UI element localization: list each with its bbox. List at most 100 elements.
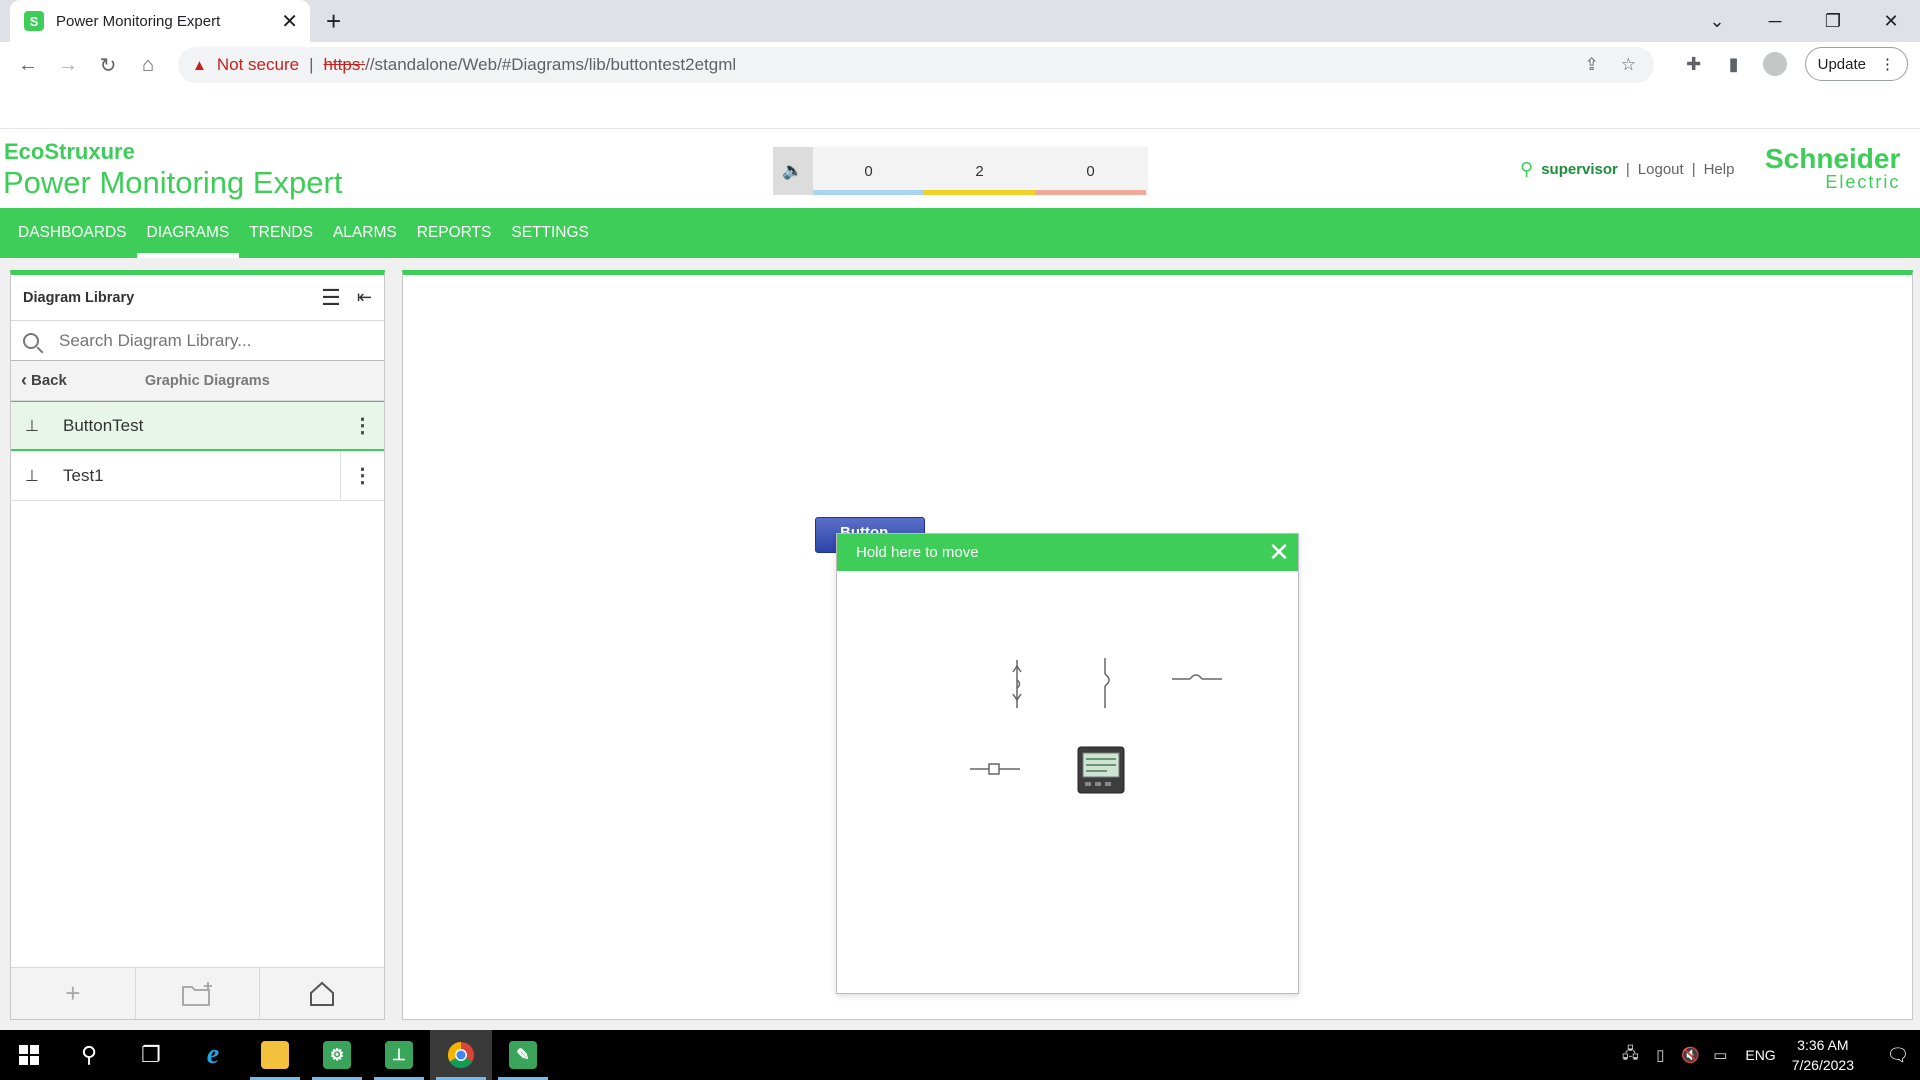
current-folder-label: Graphic Diagrams [144, 372, 270, 389]
home-icon[interactable]: ⌂ [128, 54, 168, 77]
file-explorer-icon[interactable] [244, 1030, 306, 1080]
security-separator: | [309, 55, 314, 74]
chrome-logo-icon [447, 1041, 474, 1069]
alarm-low-stripe [813, 190, 924, 195]
breaker-symbol-icon[interactable] [1172, 669, 1222, 685]
alarm-low-count[interactable]: 0 [813, 147, 924, 195]
display-icon[interactable]: ▭ [1705, 1046, 1735, 1064]
clock-time: 3:36 AM [1797, 1037, 1849, 1053]
address-bar[interactable]: ▲ Not secure | https: //standalone/Web/#… [178, 47, 1654, 83]
back-arrow-icon[interactable]: ← [8, 54, 48, 77]
switch-symbol-icon[interactable] [970, 761, 1020, 777]
bookmark-star-icon[interactable]: ☆ [1621, 55, 1636, 75]
clock[interactable]: 3:36 AM 7/26/2023 [1792, 1035, 1854, 1075]
minimize-icon[interactable]: ─ [1746, 0, 1804, 42]
fuse-symbol-icon[interactable] [1099, 658, 1119, 708]
close-popup-icon[interactable]: ✕ [1264, 537, 1294, 568]
library-item-buttontest[interactable]: ⊥ ButtonTest ⋮ [11, 401, 384, 451]
chrome-icon[interactable] [430, 1030, 492, 1080]
pme-favicon-icon: S [24, 11, 44, 31]
nav-trends[interactable]: TRENDS [239, 208, 323, 258]
network-status-icon[interactable]: 🖧 [1615, 1043, 1645, 1068]
close-window-icon[interactable]: ✕ [1862, 0, 1920, 42]
nav-dashboards[interactable]: DASHBOARDS [8, 208, 137, 258]
user-icon: ⚲ [1520, 159, 1534, 179]
ie-glyph: e [206, 1039, 220, 1070]
clock-date: 7/26/2023 [1791, 1057, 1854, 1073]
user-area: ⚲ supervisor | Logout | Help [1520, 159, 1734, 180]
logo-word-electric: Electric [1825, 172, 1901, 192]
library-header: Diagram Library ☰ ⇤ [11, 275, 384, 321]
power-meter-device-icon[interactable] [1077, 746, 1125, 794]
ecostruxure-logo: EcoStruxure [4, 139, 135, 164]
library-item-test1[interactable]: ⊥ Test1 ⋮ [11, 451, 384, 501]
profile-avatar-icon[interactable] [1762, 52, 1787, 76]
device-icon[interactable]: ▯ [1645, 1046, 1675, 1064]
add-folder-icon[interactable] [136, 968, 261, 1019]
library-item-label: ButtonTest [63, 415, 144, 435]
popup-drag-handle[interactable]: Hold here to move ✕ [837, 534, 1298, 571]
nav-reports[interactable]: REPORTS [407, 208, 502, 258]
windows-logo-icon [19, 1045, 39, 1065]
system-tray: 🖧 ▯ 🔇 ▭ ENG 3:36 AM 7/26/2023 🗨 [1615, 1030, 1920, 1080]
popup-title: Hold here to move [856, 544, 979, 561]
language-indicator[interactable]: ENG [1745, 1047, 1775, 1063]
diagram-tree-icon: ⊥ [25, 467, 39, 485]
folder-plus-icon [181, 981, 212, 1006]
task-view-icon[interactable]: ❐ [120, 1030, 182, 1080]
alarm-high-count[interactable]: 0 [1035, 147, 1146, 195]
window-controls: ⌄ ─ ❐ ✕ [1688, 0, 1920, 42]
windows-start-icon[interactable] [0, 1030, 58, 1080]
side-panel-icon[interactable]: ▮ [1723, 54, 1745, 75]
browser-tab[interactable]: S Power Monitoring Expert ✕ [10, 0, 310, 42]
share-icon[interactable]: ⇪ [1585, 55, 1599, 75]
update-label: Update [1817, 55, 1866, 73]
item-options-icon[interactable]: ⋮ [340, 402, 384, 449]
library-search-input[interactable] [59, 330, 372, 351]
designer-app-icon[interactable]: ✎ [492, 1030, 554, 1080]
network-app-icon[interactable]: ⊥ [368, 1030, 430, 1080]
restore-icon[interactable]: ❐ [1804, 0, 1862, 42]
speaker-icon[interactable]: 🔈 [773, 147, 813, 195]
nav-alarms[interactable]: ALARMS [323, 208, 407, 258]
browser-tab-bar: S Power Monitoring Expert ✕ + ⌄ ─ ❐ ✕ [0, 0, 1920, 42]
floating-popup: Hold here to move ✕ [836, 533, 1299, 994]
tab-search-chevron-icon[interactable]: ⌄ [1688, 0, 1746, 42]
nav-diagrams[interactable]: DIAGRAMS [136, 208, 240, 258]
alarm-medium-stripe [924, 190, 1035, 195]
new-tab-icon[interactable]: + [326, 6, 341, 37]
user-name-link[interactable]: supervisor [1541, 161, 1618, 178]
library-item-label: Test1 [63, 465, 104, 485]
internet-explorer-icon[interactable]: e [182, 1030, 244, 1080]
item-options-icon[interactable]: ⋮ [340, 451, 384, 500]
logout-link[interactable]: Logout [1638, 161, 1684, 178]
security-label[interactable]: Not secure [217, 55, 299, 75]
volume-muted-icon[interactable]: 🔇 [1675, 1046, 1705, 1064]
back-button[interactable]: ‹ Back [21, 370, 67, 391]
update-button[interactable]: Update ⋮ [1804, 47, 1908, 81]
current-transformer-symbol-icon[interactable] [1007, 660, 1027, 708]
library-footer: + [11, 967, 384, 1019]
extensions-icon[interactable]: ✚ [1683, 54, 1705, 75]
reload-icon[interactable]: ↻ [88, 53, 128, 78]
user-separator: | [1691, 161, 1696, 178]
forward-arrow-icon[interactable]: → [48, 54, 88, 77]
help-link[interactable]: Help [1704, 161, 1735, 178]
close-tab-icon[interactable]: ✕ [281, 9, 298, 34]
more-menu-icon: ⋮ [1880, 56, 1895, 73]
back-label: Back [31, 372, 67, 389]
alarm-medium-count[interactable]: 2 [924, 147, 1035, 195]
popup-body [837, 571, 1298, 993]
browser-toolbar: ← → ↻ ⌂ ▲ Not secure | https: //standalo… [0, 42, 1920, 88]
home-folder-icon[interactable] [260, 968, 384, 1019]
windows-taskbar: ⚲ ❐ e ⚙ ⊥ ✎ 🖧 ▯ 🔇 ▭ ENG 3:36 AM 7/26/202… [0, 1030, 1920, 1080]
settings-app-icon[interactable]: ⚙ [306, 1030, 368, 1080]
hamburger-menu-icon[interactable]: ☰ [321, 285, 341, 311]
add-diagram-icon[interactable]: + [11, 968, 136, 1019]
collapse-panel-icon[interactable]: ⇤ [357, 287, 372, 308]
notification-icon[interactable]: 🗨 [1876, 1045, 1920, 1066]
gear-icon: ⚙ [323, 1041, 351, 1069]
nav-settings[interactable]: SETTINGS [501, 208, 599, 258]
search-icon [23, 332, 39, 349]
search-taskbar-icon[interactable]: ⚲ [58, 1030, 120, 1080]
